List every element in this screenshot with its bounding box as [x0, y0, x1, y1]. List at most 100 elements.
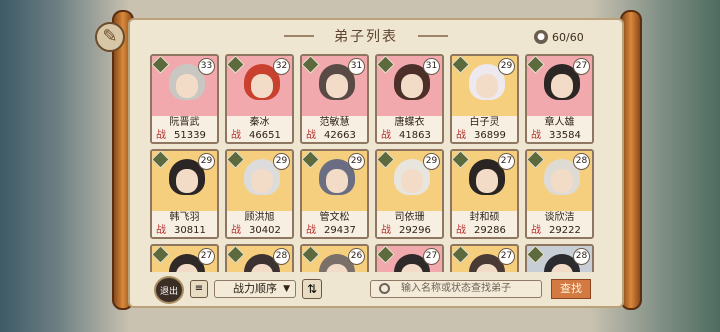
face-shape	[326, 74, 348, 98]
disciple-card[interactable]: 32 秦冰战 46651	[225, 54, 294, 144]
level-badge: 29	[423, 153, 440, 170]
level-badge: 33	[198, 58, 215, 75]
level-badge: 26	[348, 248, 365, 265]
power-label: 战	[231, 225, 241, 236]
disciple-name: 唐蝶衣	[377, 116, 442, 129]
disciple-card[interactable]: 27	[375, 244, 444, 272]
disciple-name: 司依珊	[377, 211, 442, 224]
disciple-card[interactable]: 31 唐蝶衣战 41863	[375, 54, 444, 144]
disciple-card[interactable]: 28 谈欣洁战 29222	[525, 149, 594, 239]
disciple-card[interactable]: 29 顾洪旭战 30402	[225, 149, 294, 239]
face-shape	[251, 74, 273, 98]
level-badge: 28	[573, 248, 590, 265]
disciple-name: 章人雄	[527, 116, 592, 129]
power-label: 战	[156, 225, 166, 236]
disciple-name: 谈欣洁	[527, 211, 592, 224]
power-row: 战 30811	[152, 224, 217, 237]
face-shape	[251, 169, 273, 193]
disciple-name: 秦冰	[227, 116, 292, 129]
disciple-card[interactable]: 27	[150, 244, 219, 272]
disciple-card[interactable]: 28	[525, 244, 594, 272]
face-shape	[401, 74, 423, 98]
disciple-card[interactable]: 29 管文松战 29437	[300, 149, 369, 239]
level-badge: 27	[498, 153, 515, 170]
power-value: 46651	[249, 130, 281, 141]
disciple-name: 韩飞羽	[152, 211, 217, 224]
power-value: 42663	[324, 130, 356, 141]
disciple-card[interactable]: 27 封和硕战 29286	[450, 149, 519, 239]
face-shape	[326, 169, 348, 193]
disciple-card[interactable]: 29 司依珊战 29296	[375, 149, 444, 239]
power-value: 30811	[174, 225, 206, 236]
level-badge: 27	[423, 248, 440, 265]
face-shape	[476, 74, 498, 98]
power-label: 战	[456, 130, 466, 141]
disciple-card[interactable]: 27 章人雄战 33584	[525, 54, 594, 144]
disciple-name: 管文松	[302, 211, 367, 224]
power-row: 战 29222	[527, 224, 592, 237]
find-button[interactable]: 查找	[551, 279, 591, 299]
search-icon	[379, 283, 390, 294]
power-value: 29286	[474, 225, 506, 236]
power-value: 29437	[324, 225, 356, 236]
disciple-card[interactable]: 28	[225, 244, 294, 272]
exit-button[interactable]: 退出	[154, 276, 184, 304]
face-shape	[176, 74, 198, 98]
power-value: 29222	[549, 225, 581, 236]
level-badge: 32	[273, 58, 290, 75]
power-value: 29296	[399, 225, 431, 236]
power-row: 战 29296	[377, 224, 442, 237]
search-placeholder: 输入名称或状态查找弟子	[401, 283, 511, 294]
level-badge: 29	[273, 153, 290, 170]
face-shape	[551, 74, 573, 98]
power-row: 战 41863	[377, 129, 442, 142]
power-row: 战 51339	[152, 129, 217, 142]
level-badge: 31	[423, 58, 440, 75]
disciple-name: 顾洪旭	[227, 211, 292, 224]
power-row: 战 29286	[452, 224, 517, 237]
power-label: 战	[531, 130, 541, 141]
swap-icon[interactable]: ⇅	[302, 279, 322, 299]
power-value: 30402	[249, 225, 281, 236]
panel-title: 弟子列表	[284, 26, 448, 46]
power-row: 战 46651	[227, 129, 292, 142]
disciple-card[interactable]: 27	[450, 244, 519, 272]
disciple-name: 封和硕	[452, 211, 517, 224]
disciple-name: 范敏慧	[302, 116, 367, 129]
power-value: 36899	[474, 130, 506, 141]
face-shape	[476, 169, 498, 193]
person-icon: ●	[534, 30, 548, 44]
power-label: 战	[156, 130, 166, 141]
level-badge: 29	[498, 58, 515, 75]
search-input[interactable]: 输入名称或状态查找弟子	[370, 280, 542, 298]
disciple-card[interactable]: 29 白子灵战 36899	[450, 54, 519, 144]
disciple-card[interactable]: 29 韩飞羽战 30811	[150, 149, 219, 239]
brush-icon[interactable]: ✎	[95, 22, 125, 52]
power-row: 战 42663	[302, 129, 367, 142]
face-shape	[551, 169, 573, 193]
level-badge: 29	[348, 153, 365, 170]
level-badge: 27	[573, 58, 590, 75]
sort-dropdown[interactable]: 战力顺序 ▼	[214, 280, 296, 298]
face-shape	[401, 169, 423, 193]
disciple-count: ● 60/60	[534, 30, 584, 44]
level-badge: 27	[198, 248, 215, 265]
power-row: 战 30402	[227, 224, 292, 237]
power-label: 战	[381, 130, 391, 141]
power-label: 战	[531, 225, 541, 236]
list-icon[interactable]: ≡	[190, 280, 208, 298]
level-badge: 31	[348, 58, 365, 75]
disciple-grid: 33 阮晋武战 51339 32 秦冰战 46651 31 范敏慧战 42663 31 唐蝶衣战 41…	[150, 54, 600, 272]
disciple-card[interactable]: 26	[300, 244, 369, 272]
power-label: 战	[456, 225, 466, 236]
disciple-card[interactable]: 33 阮晋武战 51339	[150, 54, 219, 144]
power-value: 41863	[399, 130, 431, 141]
capacity-value: 60/60	[552, 30, 584, 44]
disciple-card[interactable]: 31 范敏慧战 42663	[300, 54, 369, 144]
power-label: 战	[306, 225, 316, 236]
power-label: 战	[306, 130, 316, 141]
sort-label: 战力顺序	[233, 282, 277, 295]
power-value: 51339	[174, 130, 206, 141]
disciple-name: 白子灵	[452, 116, 517, 129]
level-badge: 29	[198, 153, 215, 170]
